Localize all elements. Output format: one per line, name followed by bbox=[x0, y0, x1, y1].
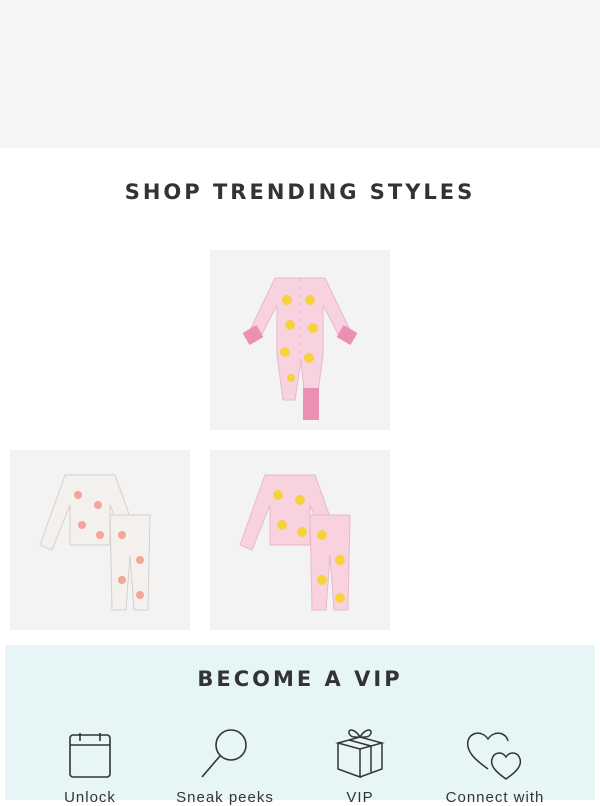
pink-set-image bbox=[239, 474, 351, 611]
perk-label: Unlock bbox=[64, 789, 116, 806]
trending-section-title: SHOP TRENDING STYLES bbox=[124, 180, 476, 204]
perk-label: Connect with bbox=[445, 789, 545, 806]
hearts-icon bbox=[466, 732, 522, 780]
product-card-pink-set[interactable] bbox=[210, 450, 390, 630]
product-card-floral-set[interactable] bbox=[10, 450, 190, 630]
perk-unlock[interactable]: Unlock bbox=[15, 715, 165, 806]
vip-section-title: BECOME A VIP bbox=[197, 667, 403, 691]
perk-label: VIP bbox=[346, 789, 374, 806]
floral-set-image bbox=[39, 474, 151, 611]
perk-connect[interactable]: Connect with bbox=[420, 715, 570, 806]
top-banner bbox=[0, 0, 600, 148]
perk-vip[interactable]: VIP bbox=[285, 715, 435, 806]
perk-label: Sneak peeks bbox=[176, 789, 274, 806]
product-card-footie[interactable] bbox=[210, 250, 390, 430]
footie-image bbox=[242, 277, 358, 420]
magnifier-icon bbox=[201, 729, 247, 778]
gift-icon bbox=[335, 729, 385, 779]
calendar-icon bbox=[69, 733, 111, 778]
perk-sneak-peeks[interactable]: Sneak peeks bbox=[150, 715, 300, 806]
